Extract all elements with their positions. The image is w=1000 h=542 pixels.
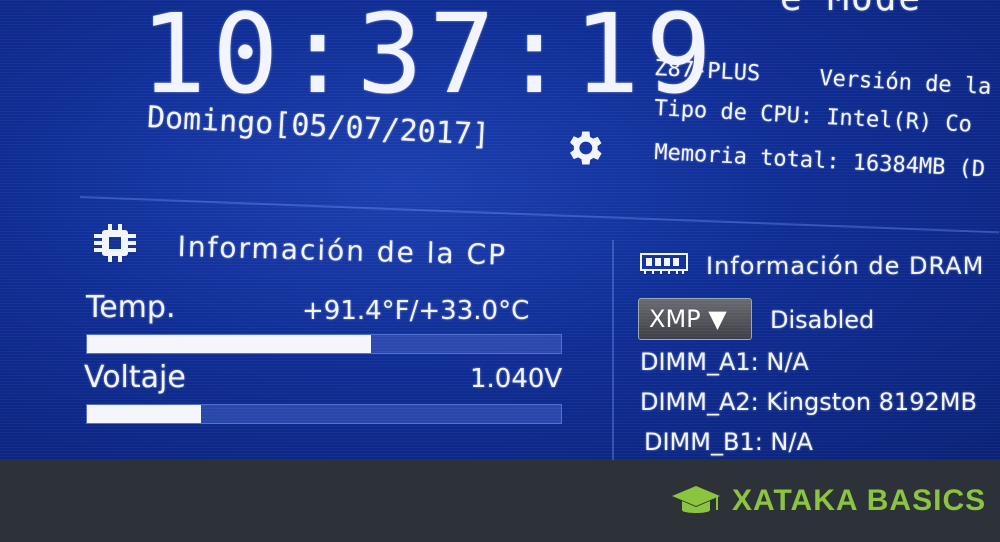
dimm-slot-a2: DIMM_A2: Kingston 8192MB (640, 388, 977, 416)
section-divider (79, 196, 1000, 234)
clock-display: 10:37:19 (140, 0, 718, 118)
cpu-type: Tipo de CPU: Intel(R) Co (653, 96, 973, 138)
voltage-bar (86, 404, 562, 424)
temperature-bar-fill (87, 335, 372, 353)
voltage-label: Voltaje (84, 360, 186, 395)
dram-info-title: Información de DRAM (706, 252, 985, 280)
voltage-bar-fill (87, 405, 201, 423)
xmp-status: Disabled (770, 306, 875, 334)
brand-name: XATAKA BASICS (732, 484, 987, 517)
xmp-dropdown[interactable]: XMP ▼ (638, 298, 752, 340)
dimm-slot-b1: DIMM_B1: N/A (644, 428, 813, 456)
mode-title: e Mode (780, 0, 922, 19)
bios-screen: e Mode 10:37:19 Domingo[05/07/2017] Z87-… (0, 0, 1000, 460)
temperature-value: +91.4°F/+33.0°C (302, 296, 530, 326)
ram-module-icon (640, 253, 688, 274)
voltage-value: 1.040V (470, 364, 563, 394)
temperature-bar (86, 334, 562, 354)
bios-version: Versión de la (818, 66, 992, 100)
cpu-chip-icon (94, 224, 136, 262)
graduation-cap-icon (672, 486, 720, 513)
temperature-label: Temp. (86, 290, 176, 325)
dimm-slot-a1: DIMM_A1: N/A (640, 348, 809, 376)
memory-total: Memoria total: 16384MB (D (653, 140, 986, 183)
cpu-info-title: Información de la CP (177, 230, 508, 272)
column-divider (612, 240, 614, 460)
gear-icon[interactable] (562, 126, 606, 170)
